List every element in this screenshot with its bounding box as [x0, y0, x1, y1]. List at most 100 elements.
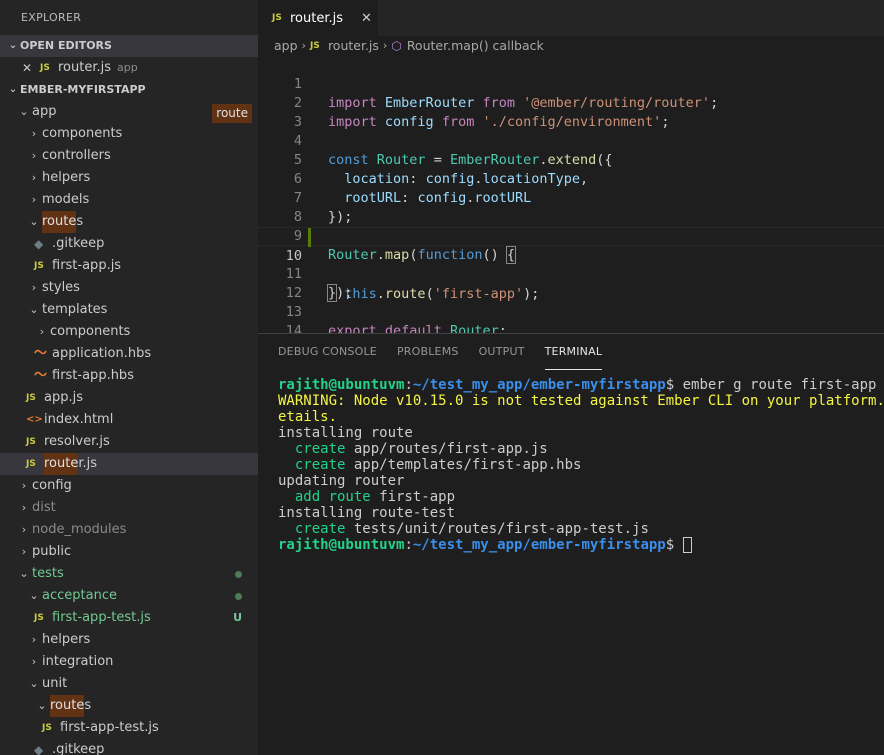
chevron-right-icon: ›: [21, 479, 27, 492]
tree-folder-templates[interactable]: ⌄ templates: [0, 299, 258, 321]
tree-file-router-js[interactable]: JS route r.js: [0, 453, 258, 475]
tree-folder-public[interactable]: › public: [0, 541, 258, 563]
panel-tabs: DEBUG CONSOLE PROBLEMS OUTPUT TERMINAL: [258, 334, 884, 370]
code-line-2: 2 import config from './config/environme…: [293, 95, 670, 130]
terminal-line: rajith@ubuntuvm:~/test_my_app/ember-myfi…: [278, 377, 877, 393]
tree-folder-components[interactable]: › components: [0, 123, 258, 145]
tree-folder-unit[interactable]: ⌄ unit: [0, 673, 258, 695]
chevron-right-icon: ›: [301, 39, 306, 52]
code-line-8: 8: [293, 209, 302, 225]
modified-dot-icon: [235, 593, 242, 600]
code-line-7: 7 });: [293, 190, 353, 225]
modified-dot-icon: [235, 571, 242, 578]
chevron-down-icon: ⌄: [29, 215, 39, 228]
chevron-right-icon: ›: [21, 545, 27, 558]
tab-problems[interactable]: PROBLEMS: [397, 334, 459, 370]
terminal-cursor: [682, 537, 692, 553]
tree-folder-unit-routes[interactable]: ⌄ route s: [0, 695, 258, 717]
js-file-icon: JS: [26, 393, 36, 403]
code-line-11: 11 });: [285, 266, 353, 302]
close-icon[interactable]: ✕: [361, 11, 372, 26]
js-file-icon: JS: [42, 723, 52, 733]
code-line-14: 14: [285, 323, 302, 339]
tree-folder-models[interactable]: › models: [0, 189, 258, 211]
handlebars-file-icon: 〜: [34, 346, 48, 361]
chevron-right-icon: ›: [39, 325, 45, 338]
close-icon[interactable]: ✕: [22, 57, 40, 79]
js-file-icon: JS: [309, 41, 320, 51]
breadcrumb-file[interactable]: router.js: [328, 36, 379, 56]
gitkeep-file-icon: ◆: [34, 743, 44, 755]
chevron-right-icon: ›: [31, 655, 37, 668]
code-editor[interactable]: 1 import EmberRouter from '@ember/routin…: [258, 56, 884, 339]
tree-folder-node-modules[interactable]: › node_modules: [0, 519, 258, 541]
chevron-right-icon: ›: [382, 39, 388, 52]
editor-tab-bar: JS router.js ✕: [258, 0, 884, 36]
tree-folder-styles[interactable]: › styles: [0, 277, 258, 299]
tree-folder-routes[interactable]: ⌄ route s: [0, 211, 258, 233]
chevron-down-icon: ⌄: [29, 677, 39, 690]
open-editors-header[interactable]: ⌄ OPEN EDITORS: [0, 35, 258, 57]
breadcrumb-symbol[interactable]: Router.map() callback: [407, 36, 544, 56]
tree-file-unit-gitkeep[interactable]: ◆ .gitkeep: [0, 739, 258, 755]
tree-folder-test-helpers[interactable]: › helpers: [0, 629, 258, 651]
tree-file-resolver-js[interactable]: JS resolver.js: [0, 431, 258, 453]
tree-file-app-js[interactable]: JS app.js: [0, 387, 258, 409]
terminal-line: installing route: [278, 425, 413, 441]
chevron-right-icon: ›: [31, 127, 37, 140]
code-line-6: 6 rootURL: config.rootURL: [293, 171, 532, 206]
terminal-line: create app/routes/first-app.js: [294, 441, 548, 457]
chevron-down-icon: ⌄: [37, 699, 47, 712]
tree-file-application-hbs[interactable]: 〜 application.hbs: [0, 343, 258, 365]
tree-file-first-app-hbs[interactable]: 〜 first-app.hbs: [0, 365, 258, 387]
terminal-line: add route first-app: [294, 489, 456, 505]
tree-folder-dist[interactable]: › dist: [0, 497, 258, 519]
bottom-panel: DEBUG CONSOLE PROBLEMS OUTPUT TERMINAL r…: [258, 333, 884, 755]
editor-area: JS router.js ✕ app › JS router.js › ⬡ Ro…: [258, 0, 884, 755]
terminal-line: updating router: [278, 473, 405, 489]
search-match-badge: route: [212, 104, 252, 123]
tab-terminal[interactable]: TERMINAL: [544, 334, 603, 370]
chevron-down-icon: ⌄: [29, 589, 39, 602]
chevron-right-icon: ›: [31, 281, 37, 294]
js-file-icon: JS: [40, 63, 50, 73]
tree-file-acceptance-test[interactable]: JS first-app-test.js U: [0, 607, 258, 629]
terminal-line: create app/templates/first-app.hbs: [294, 457, 582, 473]
tree-folder-controllers[interactable]: › controllers: [0, 145, 258, 167]
chevron-right-icon: ›: [31, 171, 37, 184]
tree-folder-integration[interactable]: › integration: [0, 651, 258, 673]
tree-file-gitkeep[interactable]: ◆ .gitkeep: [0, 233, 258, 255]
explorer-sidebar: EXPLORER ⌄ OPEN EDITORS ✕ JS router.js a…: [0, 0, 258, 755]
js-file-icon: JS: [26, 459, 36, 469]
tab-output[interactable]: OUTPUT: [479, 334, 525, 370]
handlebars-file-icon: 〜: [34, 368, 48, 383]
html-file-icon: <>: [26, 414, 43, 425]
code-line-3: 3: [293, 114, 302, 130]
terminal-prompt-line: rajith@ubuntuvm:~/test_my_app/ember-myfi…: [278, 537, 884, 553]
open-editor-item[interactable]: ✕ JS router.js app: [0, 57, 258, 79]
tree-file-first-app-route[interactable]: JS first-app.js: [0, 255, 258, 277]
tree-folder-tests[interactable]: ⌄ tests: [0, 563, 258, 585]
tree-folder-config[interactable]: › config: [0, 475, 258, 497]
chevron-right-icon: ›: [21, 523, 27, 536]
js-file-icon: JS: [26, 437, 36, 447]
tree-folder-app[interactable]: ⌄ app route: [0, 101, 258, 123]
gitkeep-file-icon: ◆: [34, 237, 44, 251]
terminal[interactable]: rajith@ubuntuvm:~/test_my_app/ember-myfi…: [258, 370, 884, 553]
chevron-right-icon: ›: [31, 193, 37, 206]
tab-debug-console[interactable]: DEBUG CONSOLE: [278, 334, 377, 370]
code-line-4: 4 const Router = EmberRouter.extend({: [293, 133, 613, 168]
tab-router-js[interactable]: JS router.js ✕: [258, 0, 378, 36]
chevron-down-icon: ⌄: [8, 84, 18, 95]
tree-folder-template-components[interactable]: › components: [0, 321, 258, 343]
code-line-9: 9 Router.map(function() {: [293, 228, 517, 264]
breadcrumb-folder[interactable]: app: [274, 36, 298, 56]
terminal-line: etails.: [278, 409, 338, 425]
tree-folder-acceptance[interactable]: ⌄ acceptance: [0, 585, 258, 607]
tree-folder-helpers[interactable]: › helpers: [0, 167, 258, 189]
tree-file-index-html[interactable]: <> index.html: [0, 409, 258, 431]
tree-file-unit-route-test[interactable]: JS first-app-test.js: [0, 717, 258, 739]
js-file-icon: JS: [272, 13, 282, 23]
code-line-5: 5 location: config.locationType,: [293, 152, 589, 187]
project-header[interactable]: ⌄ EMBER-MYFIRSTAPP: [0, 79, 258, 101]
